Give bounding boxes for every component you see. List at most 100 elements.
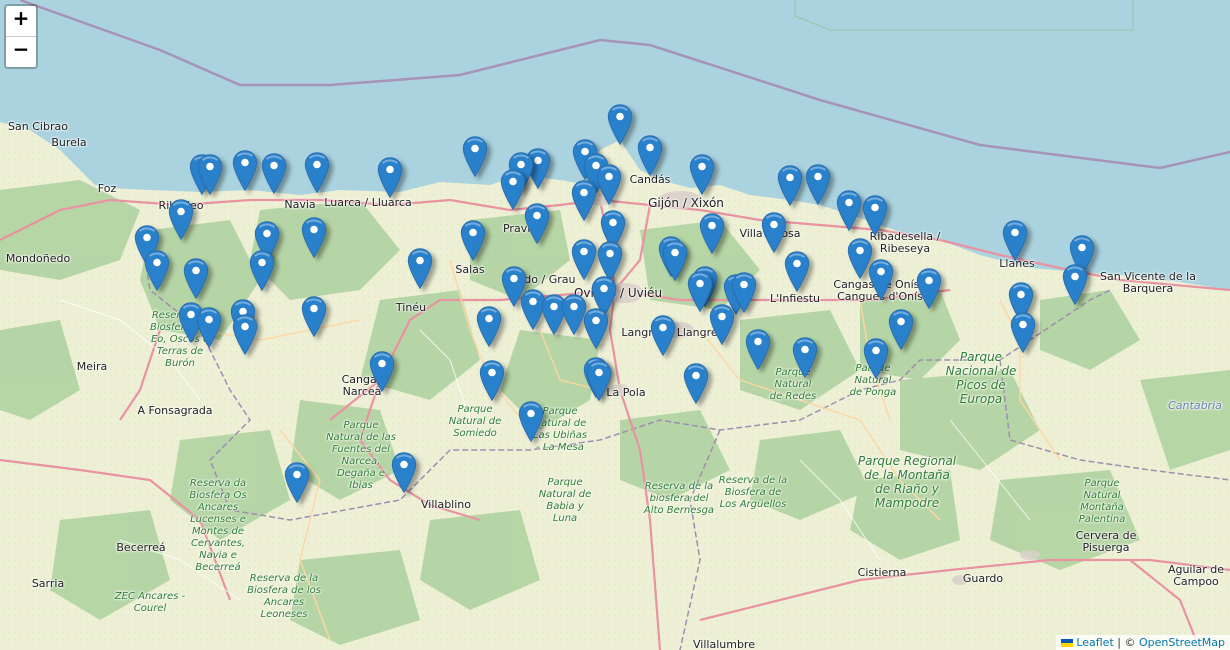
location-marker[interactable]: [650, 315, 676, 356]
map-pin-icon: [836, 190, 862, 231]
location-marker[interactable]: [637, 135, 663, 176]
location-marker[interactable]: [196, 307, 222, 348]
place-label: Meira: [76, 360, 108, 373]
location-marker[interactable]: [689, 154, 715, 195]
location-marker[interactable]: [1062, 264, 1088, 305]
location-marker[interactable]: [183, 258, 209, 299]
location-marker[interactable]: [868, 259, 894, 300]
location-marker[interactable]: [836, 190, 862, 231]
location-marker[interactable]: [596, 164, 622, 205]
park-label: Reserva da Biosfera Os Ancares Lucenses …: [189, 478, 247, 573]
location-marker[interactable]: [524, 203, 550, 244]
location-marker[interactable]: [731, 272, 757, 313]
location-marker[interactable]: [792, 337, 818, 378]
location-marker[interactable]: [249, 250, 275, 291]
location-marker[interactable]: [284, 462, 310, 503]
location-marker[interactable]: [301, 217, 327, 258]
location-marker[interactable]: [369, 351, 395, 392]
map-container[interactable]: San Cibrao Burela Foz Ribadeo Navia Luar…: [0, 0, 1230, 650]
location-marker[interactable]: [662, 240, 688, 281]
location-marker[interactable]: [391, 452, 417, 493]
location-marker[interactable]: [607, 104, 633, 145]
leaflet-link[interactable]: Leaflet: [1076, 636, 1113, 649]
place-label: Becerreá: [116, 541, 166, 554]
location-marker[interactable]: [479, 360, 505, 401]
zoom-out-button[interactable]: −: [6, 37, 36, 67]
map-pin-icon: [249, 250, 275, 291]
park-label: Parque Natural de las Fuentes del Narcea…: [326, 420, 396, 491]
location-marker[interactable]: [777, 165, 803, 206]
map-pin-icon: [596, 164, 622, 205]
location-marker[interactable]: [862, 195, 888, 236]
map-pin-icon: [377, 157, 403, 198]
map-pin-icon: [586, 360, 612, 401]
location-marker[interactable]: [518, 401, 544, 442]
map-pin-icon: [284, 462, 310, 503]
map-pin-icon: [650, 315, 676, 356]
location-marker[interactable]: [197, 154, 223, 195]
location-marker[interactable]: [144, 250, 170, 291]
location-marker[interactable]: [709, 304, 735, 345]
park-label: Parque Natural de Somiedo: [448, 404, 502, 439]
location-marker[interactable]: [301, 296, 327, 337]
location-marker[interactable]: [571, 239, 597, 280]
place-label: Luarca / Lluarca: [324, 196, 412, 209]
location-marker[interactable]: [761, 212, 787, 253]
map-pin-icon: [571, 239, 597, 280]
location-marker[interactable]: [683, 363, 709, 404]
zoom-in-button[interactable]: +: [6, 6, 36, 37]
map-pin-icon: [868, 259, 894, 300]
place-label: Sarria: [31, 577, 65, 590]
map-pin-icon: [709, 304, 735, 345]
location-marker[interactable]: [232, 150, 258, 191]
location-marker[interactable]: [571, 180, 597, 221]
ukraine-flag-icon: [1061, 639, 1074, 647]
location-marker[interactable]: [1010, 312, 1036, 353]
park-label: Parque Regional de la Montaña de Riaño y…: [857, 454, 957, 510]
map-pin-icon: [500, 169, 526, 210]
location-marker[interactable]: [232, 314, 258, 355]
location-marker[interactable]: [805, 164, 831, 205]
location-marker[interactable]: [261, 153, 287, 194]
location-marker[interactable]: [699, 213, 725, 254]
location-marker[interactable]: [377, 157, 403, 198]
map-pin-icon: [637, 135, 663, 176]
location-marker[interactable]: [476, 306, 502, 347]
map-pin-icon: [462, 136, 488, 177]
map-pin-icon: [784, 251, 810, 292]
map-pin-icon: [407, 248, 433, 289]
map-pin-icon: [460, 220, 486, 261]
place-label: Salas: [455, 263, 485, 276]
location-marker[interactable]: [168, 199, 194, 240]
map-pin-icon: [761, 212, 787, 253]
park-label: Reserva de la biosfera del Alto Bernesga: [643, 481, 715, 516]
location-marker[interactable]: [586, 360, 612, 401]
location-marker[interactable]: [407, 248, 433, 289]
place-label: Navia: [284, 198, 316, 211]
osm-link[interactable]: OpenStreetMap: [1139, 636, 1225, 649]
place-label: Cervera de Pisuerga: [1075, 529, 1137, 554]
location-marker[interactable]: [916, 268, 942, 309]
place-label: Gijón / Xixón: [648, 196, 724, 210]
location-marker[interactable]: [888, 309, 914, 350]
location-marker[interactable]: [784, 251, 810, 292]
location-marker[interactable]: [863, 338, 889, 379]
location-marker[interactable]: [460, 220, 486, 261]
place-label: San Cibrao: [8, 120, 68, 133]
location-marker[interactable]: [500, 169, 526, 210]
map-pin-icon: [863, 338, 889, 379]
map-pin-icon: [168, 199, 194, 240]
map-pin-icon: [476, 306, 502, 347]
location-marker[interactable]: [304, 152, 330, 193]
attribution-separator: | ©: [1113, 636, 1139, 649]
place-label: La Pola: [606, 386, 646, 399]
location-marker[interactable]: [583, 308, 609, 349]
location-marker[interactable]: [1002, 220, 1028, 261]
map-pin-icon: [607, 104, 633, 145]
map-pin-icon: [301, 217, 327, 258]
location-marker[interactable]: [745, 329, 771, 370]
park-label: Parque Nacional de Picos de Europa: [945, 350, 1017, 406]
place-label: Guardo: [962, 572, 1004, 585]
location-marker[interactable]: [462, 136, 488, 177]
map-pin-icon: [731, 272, 757, 313]
